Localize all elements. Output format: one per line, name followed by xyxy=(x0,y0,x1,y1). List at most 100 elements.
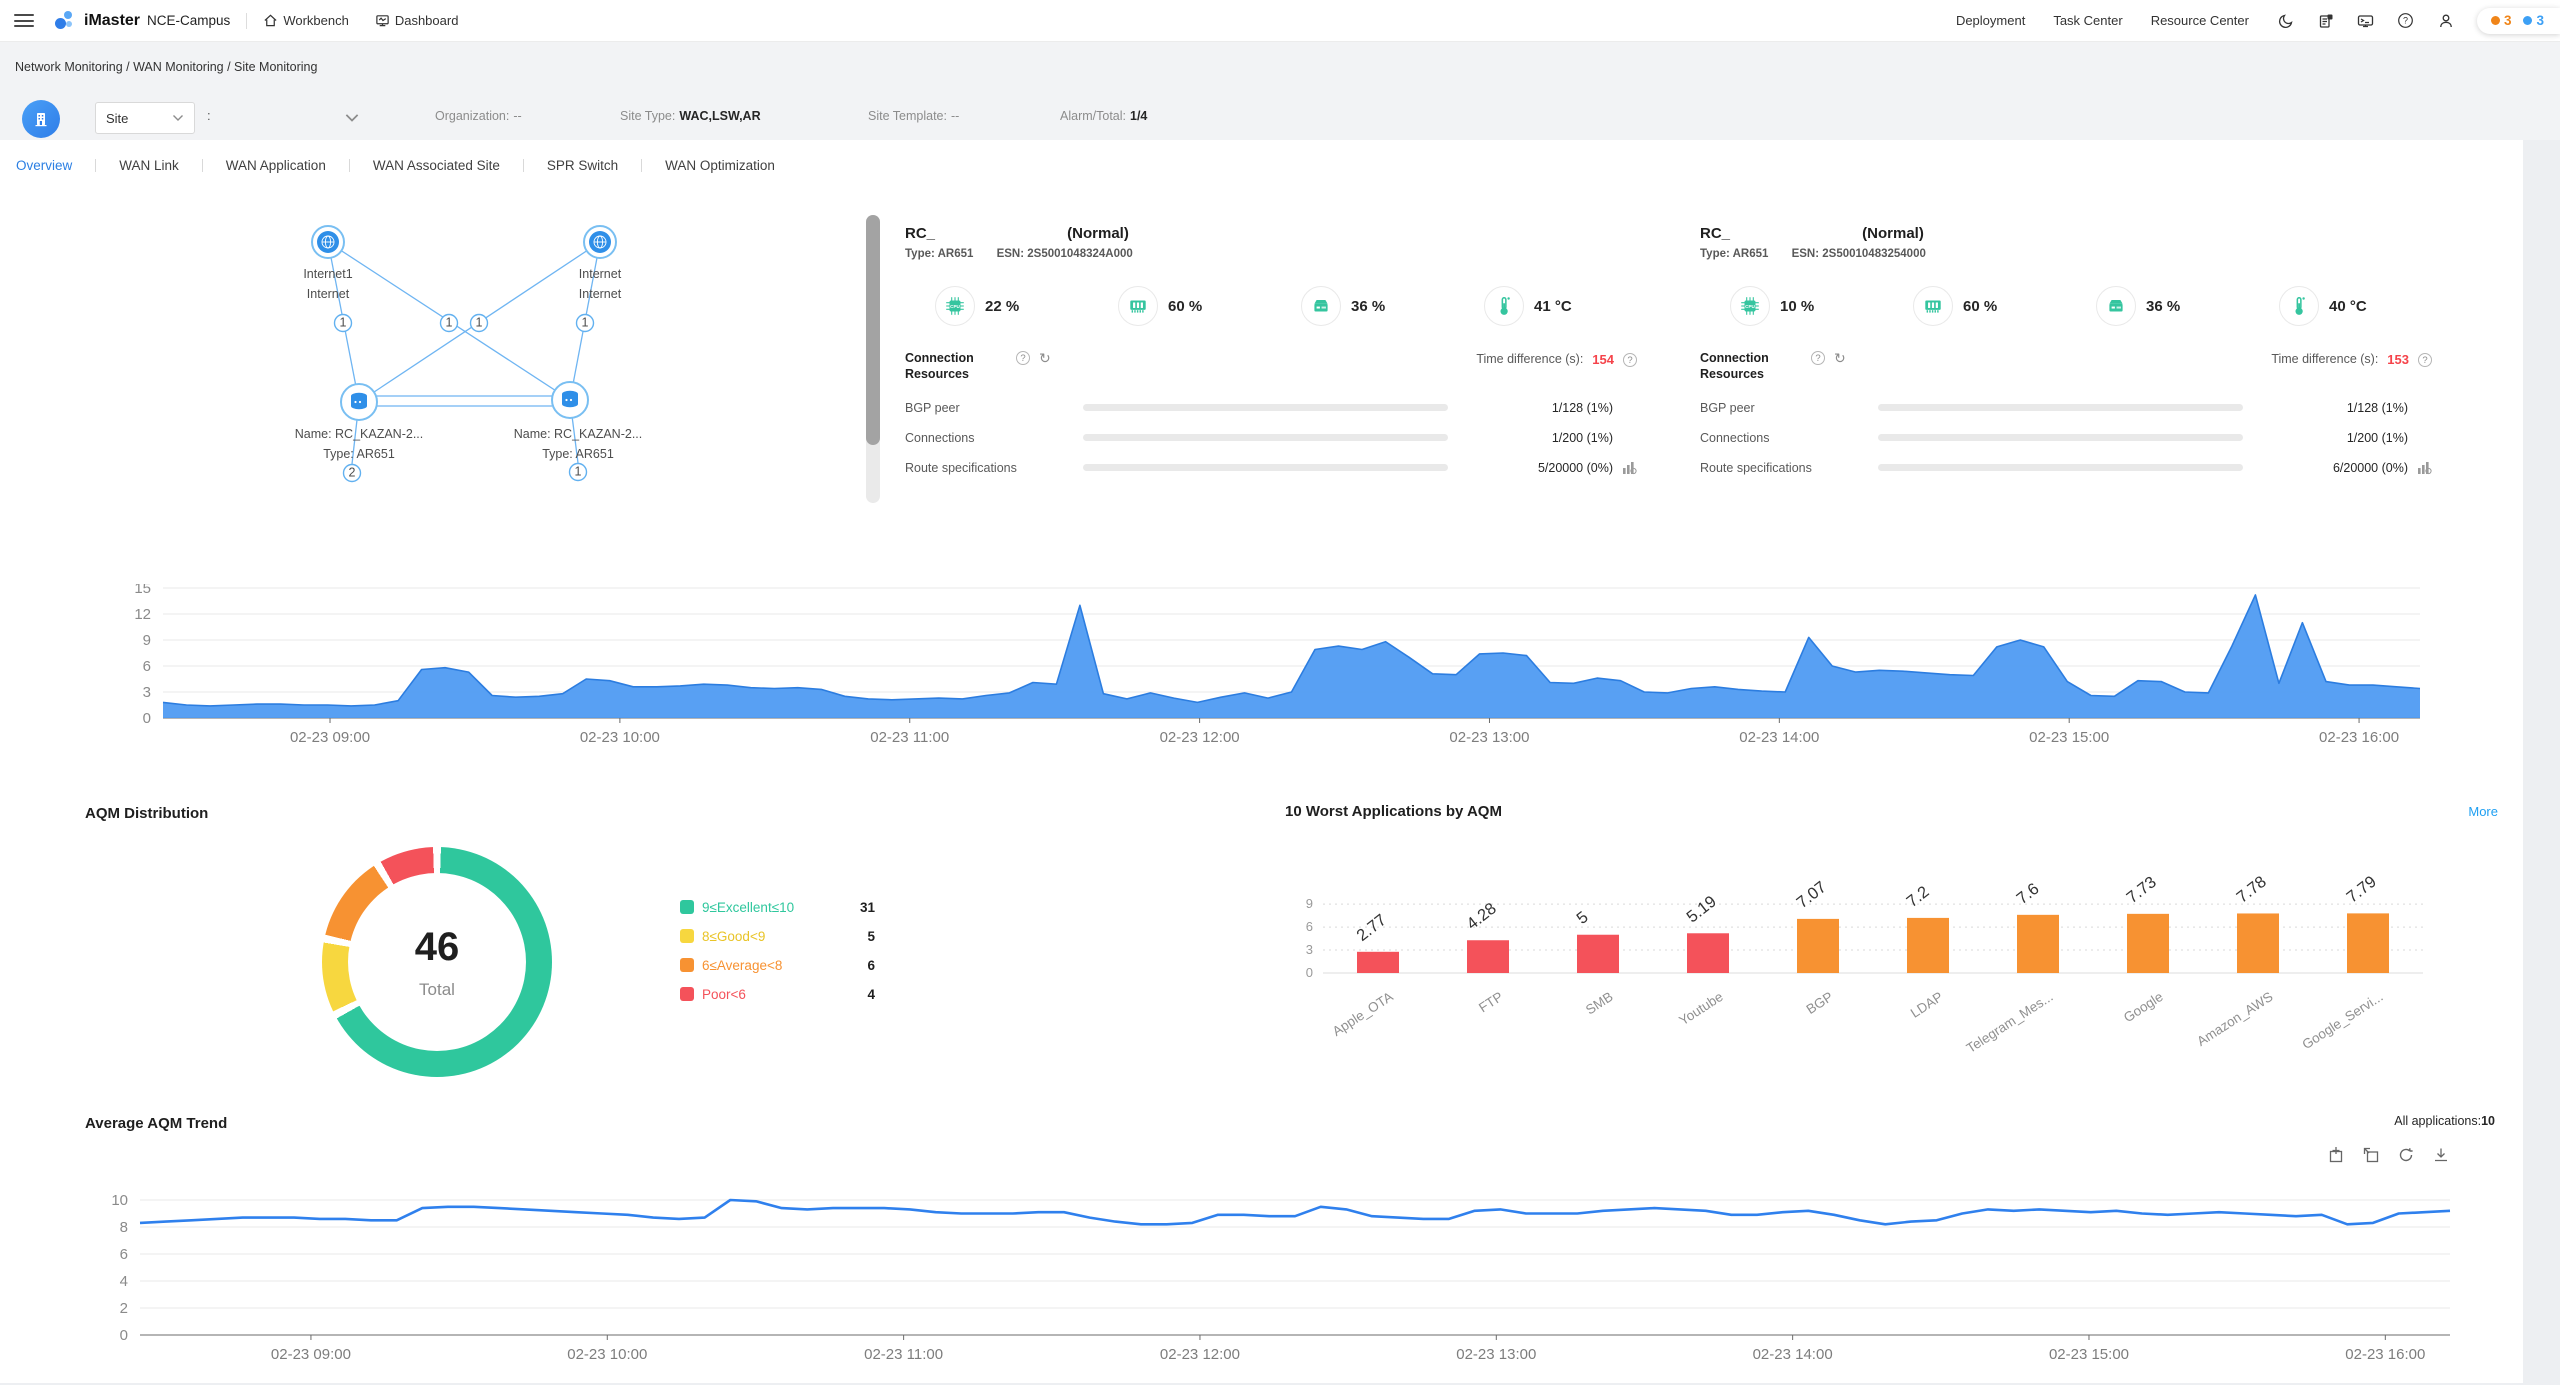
help-circle-icon[interactable]: ? xyxy=(1623,353,1637,367)
deployment-link[interactable]: Deployment xyxy=(1956,13,2025,28)
router-node-right[interactable] xyxy=(552,382,588,418)
chart-toolbar xyxy=(2327,1146,2450,1164)
svg-text:02-23 15:00: 02-23 15:00 xyxy=(2049,1346,2129,1363)
top-bar: iMaster NCE-Campus Workbench Dashboard D… xyxy=(0,0,2560,42)
device-type: Type: AR651 xyxy=(1700,248,1768,260)
resource-row: Connections 1/200 (1%) xyxy=(905,423,1667,453)
legend-count: 31 xyxy=(860,900,875,915)
zoom-reset-icon[interactable] xyxy=(2362,1146,2380,1164)
internet-node-right[interactable] xyxy=(584,226,616,258)
brand-name: iMaster xyxy=(84,12,140,30)
svg-text:02-23 12:00: 02-23 12:00 xyxy=(1160,729,1240,746)
device-icon xyxy=(1301,286,1341,326)
help-circle-icon[interactable]: ? xyxy=(2418,353,2432,367)
aqm-distribution-panel: AQM Distribution 46 Total 9≤Excellent≤10… xyxy=(80,800,1260,1100)
link-count-badges: 1 1 1 1 xyxy=(335,315,594,332)
svg-text:FTP: FTP xyxy=(1476,989,1506,1015)
svg-text:1: 1 xyxy=(476,316,483,330)
chevron-down-icon xyxy=(172,114,184,122)
chart-detail-icon[interactable] xyxy=(2408,460,2432,475)
help-circle-icon[interactable]: ? xyxy=(1811,351,1825,365)
tab-overview[interactable]: Overview xyxy=(16,158,72,173)
zoom-select-icon[interactable] xyxy=(2327,1146,2345,1164)
resource-center-link[interactable]: Resource Center xyxy=(2151,13,2249,28)
svg-text:02-23 11:00: 02-23 11:00 xyxy=(870,729,949,746)
svg-text:0: 0 xyxy=(143,710,151,727)
svg-text:BGP: BGP xyxy=(1804,989,1836,1017)
console-icon xyxy=(2357,13,2374,29)
tab-wan-link[interactable]: WAN Link xyxy=(119,158,179,173)
cpu-value: 10 % xyxy=(1780,298,1814,315)
svg-text:02-23 09:00: 02-23 09:00 xyxy=(271,1346,351,1363)
refresh-chart-icon[interactable] xyxy=(2397,1146,2415,1164)
tab-spr-switch[interactable]: SPR Switch xyxy=(547,158,618,173)
svg-text:10: 10 xyxy=(111,1192,128,1209)
site-type-select[interactable]: Site xyxy=(95,102,195,134)
time-difference-value: 153 xyxy=(2387,352,2409,367)
filter-colon: : xyxy=(207,108,211,123)
time-difference-label: Time difference (s): xyxy=(1476,352,1583,366)
svg-text:15: 15 xyxy=(134,584,151,597)
temperature-icon xyxy=(1484,286,1524,326)
alarm-badge[interactable]: 3 3 xyxy=(2477,8,2560,34)
connection-resources-title: Connection Resources xyxy=(1700,350,1802,383)
cpu-value: 22 % xyxy=(985,298,1019,315)
dark-mode-button[interactable] xyxy=(2277,12,2295,30)
svg-text:7.79: 7.79 xyxy=(2343,873,2379,907)
svg-text:02-23 10:00: 02-23 10:00 xyxy=(567,1346,647,1363)
license-button[interactable] xyxy=(2317,12,2335,30)
device-esn: ESN: 2S50010483254000 xyxy=(1792,248,1926,260)
tab-wan-application[interactable]: WAN Application xyxy=(226,158,326,173)
blue-dot-icon xyxy=(2523,16,2532,25)
help-icon: ? xyxy=(2397,12,2414,29)
svg-text:7.78: 7.78 xyxy=(2233,873,2269,907)
site-filter-button[interactable] xyxy=(22,100,60,138)
svg-text:Apple_OTA: Apple_OTA xyxy=(1330,989,1396,1039)
tab-wan-optimization[interactable]: WAN Optimization xyxy=(665,158,775,173)
building-icon xyxy=(32,110,50,128)
moon-icon xyxy=(2278,13,2294,29)
alarm-critical: 3 xyxy=(2491,13,2512,28)
svg-text:Amazon_AWS: Amazon_AWS xyxy=(2194,989,2275,1049)
device-stats: CPU 22 % 60 % 36 % 41 °C xyxy=(905,286,1667,326)
scrollbar-thumb[interactable] xyxy=(866,215,880,445)
task-center-link[interactable]: Task Center xyxy=(2053,13,2122,28)
internet-right-label1: Internet xyxy=(579,267,622,281)
aqm-legend-item[interactable]: Poor<6 4 xyxy=(680,983,875,1005)
router-node-left[interactable] xyxy=(341,384,377,420)
download-icon[interactable] xyxy=(2432,1146,2450,1164)
svg-text:?: ? xyxy=(2403,16,2408,26)
site-topology[interactable]: 1 1 1 1 Internet1 Internet Internet Inte… xyxy=(230,195,700,495)
aqm-trend-title: Average AQM Trend xyxy=(85,1115,227,1132)
svg-text:6: 6 xyxy=(1306,919,1313,934)
site-value-select[interactable] xyxy=(240,102,360,134)
worst-apps-panel: 10 Worst Applications by AQM More 03692.… xyxy=(1283,800,2523,1100)
svg-text:7.2: 7.2 xyxy=(1903,883,1932,911)
refresh-icon[interactable]: ↻ xyxy=(1039,351,1051,383)
console-button[interactable] xyxy=(2357,12,2375,30)
hamburger-icon[interactable] xyxy=(14,11,34,31)
user-button[interactable] xyxy=(2437,12,2455,30)
chart-detail-icon[interactable] xyxy=(1613,460,1637,475)
breadcrumb[interactable]: Network Monitoring / WAN Monitoring / Si… xyxy=(15,60,317,74)
memory-value: 60 % xyxy=(1963,298,1997,315)
aqm-legend-item[interactable]: 9≤Excellent≤10 31 xyxy=(680,896,875,918)
refresh-icon[interactable]: ↻ xyxy=(1834,351,1846,383)
resource-row: Route specifications 6/20000 (0%) xyxy=(1700,453,2462,483)
time-difference-label: Time difference (s): xyxy=(2271,352,2378,366)
legend-label: 6≤Average<8 xyxy=(702,958,782,973)
dashboard-link[interactable]: Dashboard xyxy=(375,13,459,28)
help-circle-icon[interactable]: ? xyxy=(1016,351,1030,365)
internet-left-label1: Internet1 xyxy=(303,267,352,281)
resource-row: Connections 1/200 (1%) xyxy=(1700,423,2462,453)
help-button[interactable]: ? xyxy=(2397,12,2415,30)
home-icon xyxy=(263,13,278,28)
workbench-link[interactable]: Workbench xyxy=(263,13,349,28)
svg-text:7.73: 7.73 xyxy=(2123,873,2159,907)
internet-node-left[interactable] xyxy=(312,226,344,258)
aqm-total-value: 46 xyxy=(415,925,460,970)
svg-text:Youtube: Youtube xyxy=(1676,989,1725,1028)
aqm-legend-item[interactable]: 6≤Average<8 6 xyxy=(680,954,875,976)
tab-wan-associated-site[interactable]: WAN Associated Site xyxy=(373,158,500,173)
aqm-legend-item[interactable]: 8≤Good<9 5 xyxy=(680,925,875,947)
